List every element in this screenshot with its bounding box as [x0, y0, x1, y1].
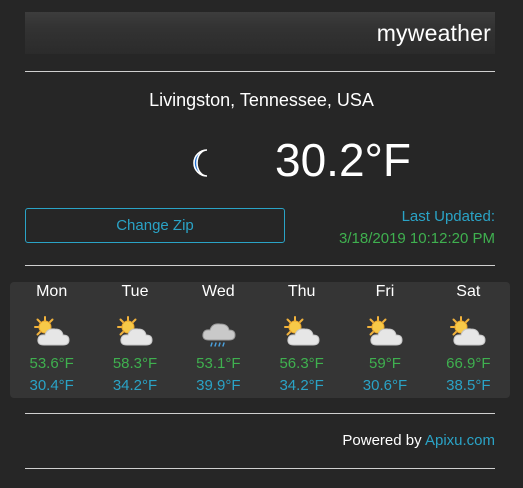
forecast-panel: Mon 53.6°F 30.4°F Tue 58.3°F 34.2°F Wed …: [10, 282, 510, 398]
forecast-day-name: Wed: [202, 283, 235, 300]
forecast-day: Thu 56.3°F 34.2°F: [260, 282, 343, 398]
powered-by: Powered by Apixu.com: [342, 432, 495, 449]
app-title: myweather: [376, 20, 491, 46]
divider-top: [25, 71, 495, 72]
forecast-day: Tue 58.3°F 34.2°F: [93, 282, 176, 398]
rain-cloud-icon: [202, 323, 236, 347]
forecast-low: 34.2°F: [279, 377, 324, 394]
partly-cloudy-icon: [33, 316, 70, 346]
forecast-high: 56.3°F: [279, 355, 324, 372]
forecast-day: Wed 53.1°F 39.9°F: [177, 282, 260, 398]
forecast-day-name: Fri: [375, 283, 395, 300]
partly-cloudy-icon: [366, 316, 403, 346]
forecast-low: 39.9°F: [196, 377, 241, 394]
moon-icon: [193, 149, 208, 177]
forecast-low: 30.6°F: [362, 377, 408, 394]
forecast-day-name: Sat: [456, 283, 481, 300]
forecast-day-name: Thu: [287, 283, 316, 300]
partly-cloudy-icon: [116, 316, 153, 346]
app-header: myweather: [25, 12, 495, 54]
forecast-low: 38.5°F: [446, 377, 491, 394]
forecast-day: Fri 59°F 30.6°F: [343, 282, 426, 398]
current-temperature: 30.2°F: [275, 134, 412, 186]
forecast-high: 58.3°F: [112, 355, 158, 372]
forecast-day: Mon 53.6°F 30.4°F: [10, 282, 93, 398]
location-label: Livingston, Tennessee, USA: [149, 90, 374, 110]
forecast-day-name: Tue: [121, 283, 149, 300]
provider-link[interactable]: Apixu.com: [425, 432, 495, 449]
forecast-high: 53.6°F: [29, 355, 74, 372]
last-updated-value: 3/18/2019 10:12:20 PM: [339, 230, 495, 247]
partly-cloudy-icon: [450, 316, 486, 346]
divider-footer: [25, 468, 495, 469]
powered-by-label: Powered by: [342, 432, 422, 449]
forecast-day-name: Mon: [36, 283, 68, 300]
forecast-day: Sat 66.9°F 38.5°F: [427, 282, 510, 398]
last-updated-label: Last Updated:: [401, 208, 495, 225]
change-zip-button[interactable]: Change Zip: [25, 208, 285, 243]
forecast-high: 59°F: [369, 355, 401, 372]
forecast-high: 66.9°F: [446, 355, 491, 372]
forecast-high: 53.1°F: [196, 355, 241, 372]
partly-cloudy-icon: [283, 316, 320, 346]
forecast-low: 30.4°F: [29, 377, 74, 394]
forecast-low: 34.2°F: [112, 377, 158, 394]
last-updated: Last Updated: 3/18/2019 10:12:20 PM: [339, 206, 495, 250]
divider-middle: [25, 265, 495, 266]
divider-bottom: [25, 413, 495, 414]
